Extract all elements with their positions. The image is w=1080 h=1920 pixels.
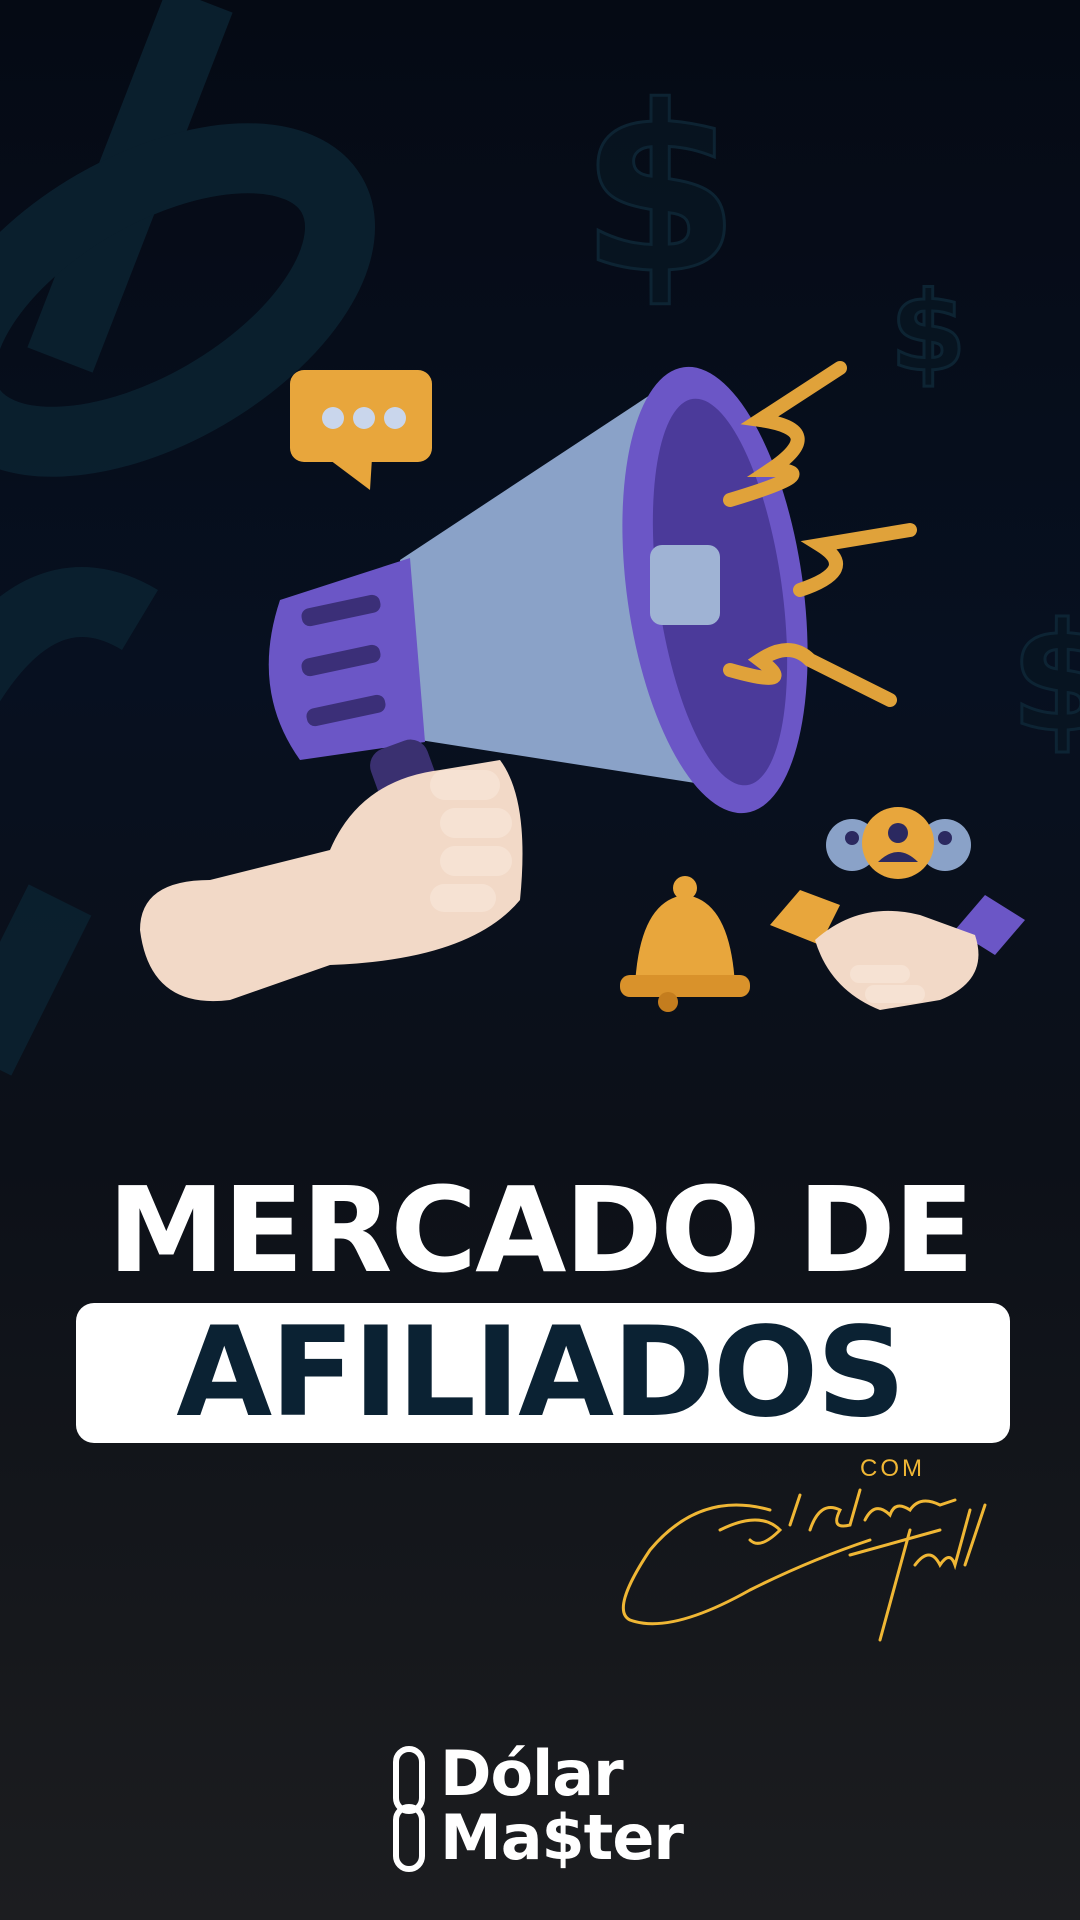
logo-chain-icon <box>393 1746 425 1872</box>
headline-line-1: MERCADO DE <box>107 1161 975 1299</box>
hand-icon <box>140 760 523 1002</box>
signature <box>621 1488 987 1642</box>
brand-logo: Dólar Ma$ter <box>440 1737 684 1874</box>
brand-line-2: Ma$ter <box>440 1801 684 1874</box>
handshake-icon <box>770 890 1025 1010</box>
megaphone-illustration <box>140 361 1025 1012</box>
bell-icon <box>620 876 750 1012</box>
poster: $ $ $ MERCADO DE AFILIADOS COM Dólar Ma$… <box>0 0 1080 1920</box>
chat-bubble-icon <box>290 370 432 490</box>
users-icon <box>826 807 971 879</box>
headline-line-2: AFILIADOS <box>176 1301 906 1445</box>
brand-line-1: Dólar <box>440 1737 624 1810</box>
